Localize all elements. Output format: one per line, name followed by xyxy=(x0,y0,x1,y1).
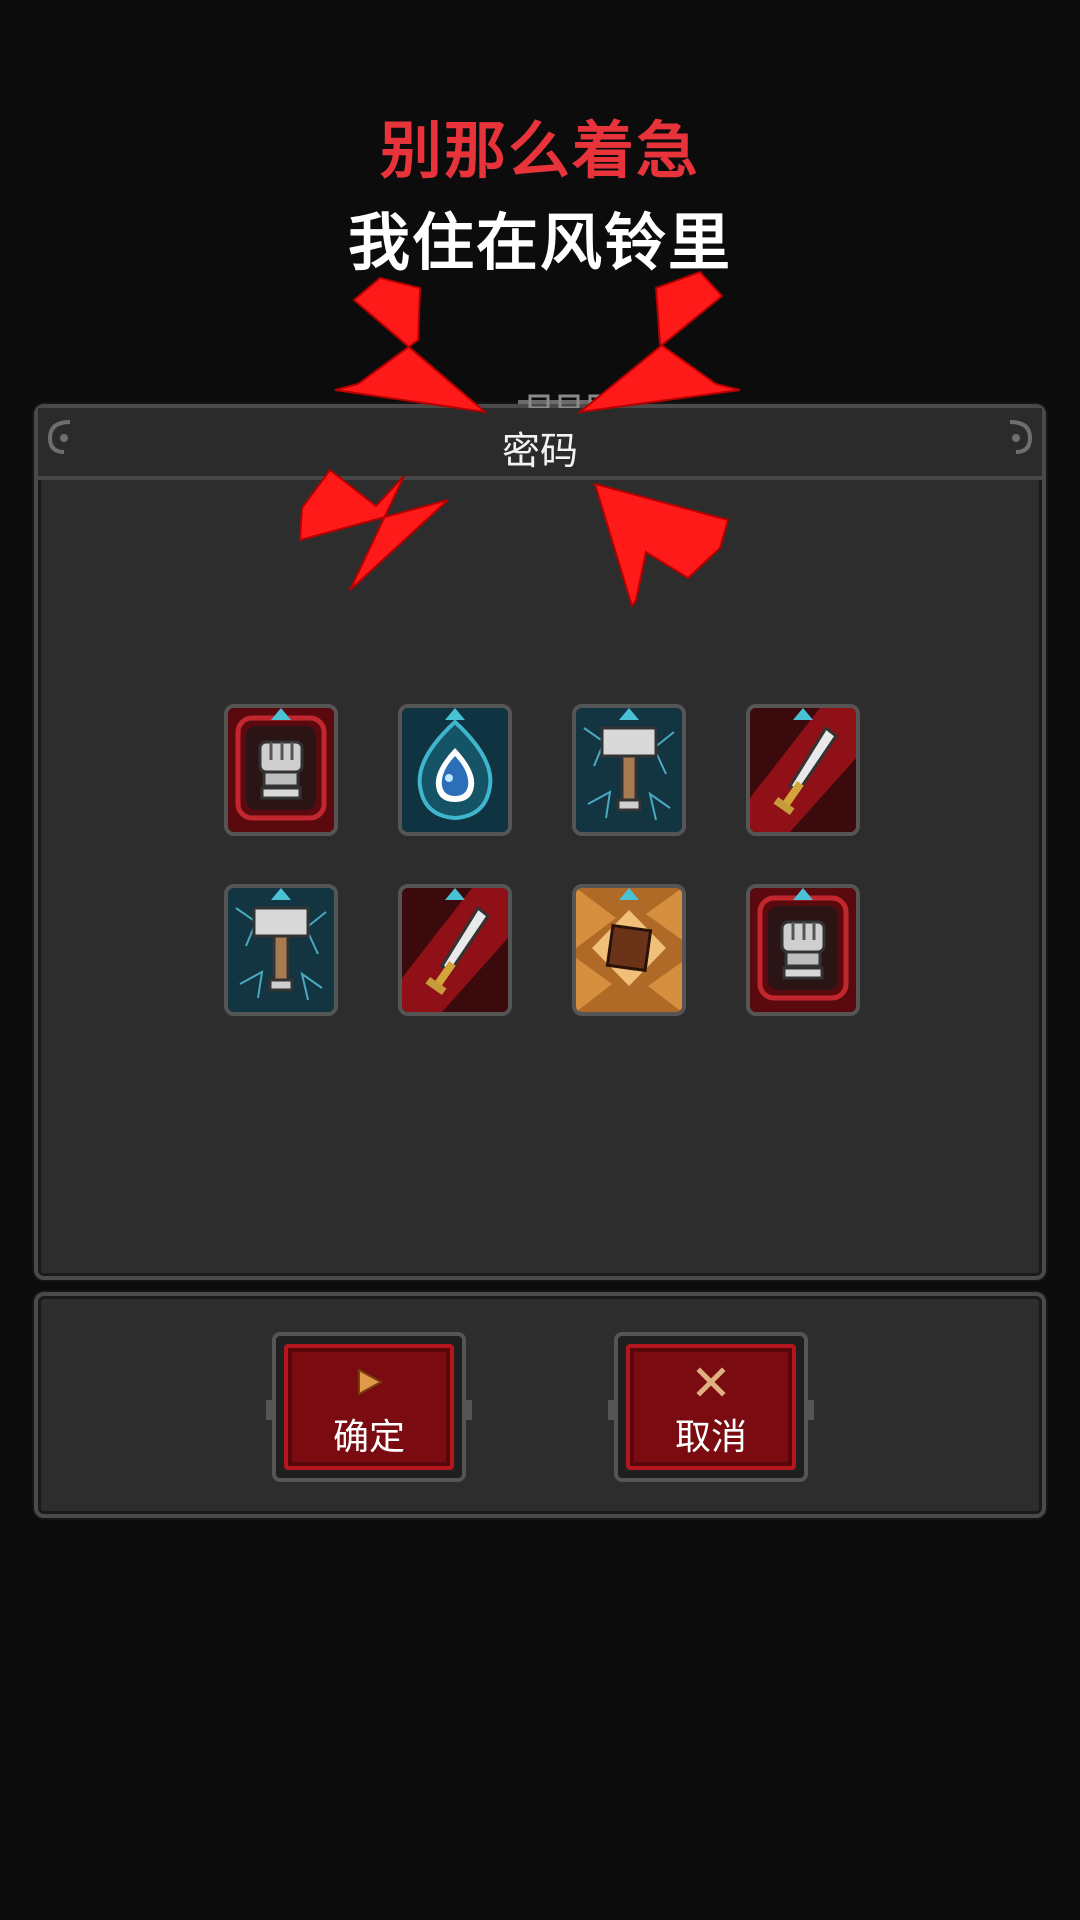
slot-indicator-icon xyxy=(445,888,465,900)
password-slot-6[interactable] xyxy=(398,884,512,1016)
hammer-icon xyxy=(576,708,682,832)
slot-indicator-icon xyxy=(271,708,291,720)
slot-indicator-icon xyxy=(271,888,291,900)
slot-indicator-icon xyxy=(793,708,813,720)
arrow-top-right-icon xyxy=(576,270,741,414)
password-dialog: 密码 xyxy=(34,394,1046,1280)
hammer-icon xyxy=(228,888,334,1012)
fist-icon xyxy=(228,708,334,832)
password-slot-7[interactable] xyxy=(572,884,686,1016)
password-slot-2[interactable] xyxy=(398,704,512,836)
cancel-button-label: 取消 xyxy=(674,1417,747,1458)
block-icon xyxy=(576,888,682,1012)
slot-indicator-icon xyxy=(619,888,639,900)
button-notch xyxy=(804,1400,814,1420)
sword-icon xyxy=(402,888,508,1012)
button-notch xyxy=(266,1400,276,1420)
water-drop-icon xyxy=(402,708,508,832)
button-panel: 确定 取消 xyxy=(34,1292,1046,1518)
confirm-button-label: 确定 xyxy=(332,1417,405,1458)
play-triangle-icon xyxy=(358,1368,384,1396)
slot-indicator-icon xyxy=(619,708,639,720)
password-slot-3[interactable] xyxy=(572,704,686,836)
x-cross-icon xyxy=(696,1367,726,1397)
slot-indicator-icon xyxy=(445,708,465,720)
password-slot-5[interactable] xyxy=(224,884,338,1016)
dialog-title: 密码 xyxy=(501,429,578,473)
password-slot-8[interactable] xyxy=(746,884,860,1016)
sword-icon xyxy=(750,708,856,832)
button-notch xyxy=(462,1400,472,1420)
cancel-button[interactable]: 取消 xyxy=(608,1332,814,1482)
arrow-top-left-icon xyxy=(334,276,489,414)
confirm-button[interactable]: 确定 xyxy=(266,1332,472,1482)
dialog-title-bar: 密码 xyxy=(38,408,1042,480)
slot-indicator-icon xyxy=(793,888,813,900)
caption-line-2: 我住在风铃里 xyxy=(347,206,732,279)
button-notch xyxy=(608,1400,618,1420)
fist-icon xyxy=(750,888,856,1012)
caption-line-1: 别那么着急 xyxy=(379,114,700,187)
password-slot-1[interactable] xyxy=(224,704,338,836)
password-slot-4[interactable] xyxy=(746,704,860,836)
